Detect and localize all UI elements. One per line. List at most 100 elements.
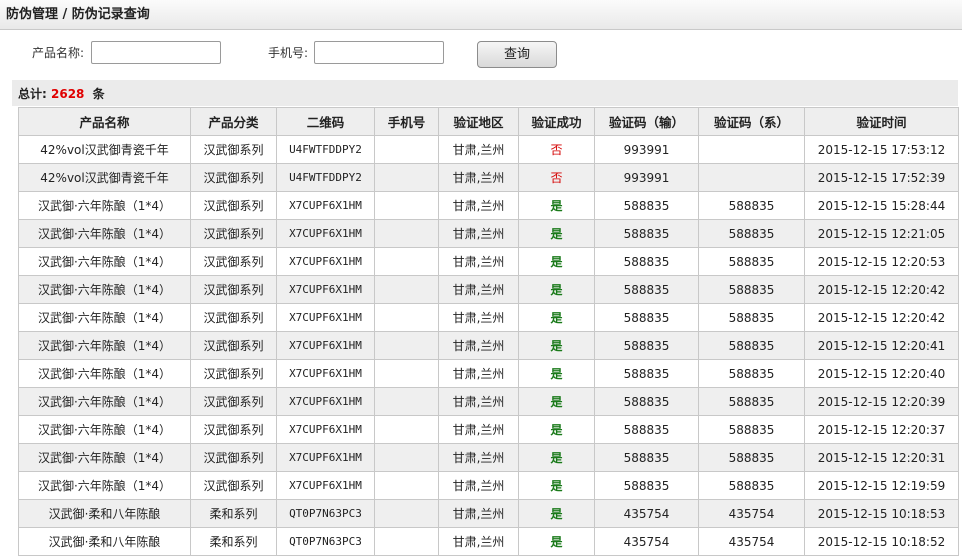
success-cell: 是 bbox=[518, 527, 595, 556]
header-code-input: 验证码（输） bbox=[594, 107, 699, 136]
phone-input[interactable] bbox=[314, 41, 444, 64]
qr-code-cell: X7CUPF6X1HM bbox=[276, 303, 375, 332]
product-category-cell: 汉武御系列 bbox=[190, 331, 277, 360]
table-row: 汉武御·柔和八年陈酿 柔和系列 QT0P7N63PC3 甘肃,兰州是 435754 435… bbox=[18, 499, 959, 528]
table-row: 汉武御·六年陈酿（1*4） 汉武御系列 X7CUPF6X1HM 甘肃,兰州是 58883… bbox=[18, 275, 959, 304]
product-category-cell: 汉武御系列 bbox=[190, 275, 277, 304]
verify-time-cell: 2015-12-15 12:20:31 bbox=[804, 443, 959, 472]
verify-time-cell: 2015-12-15 10:18:53 bbox=[804, 499, 959, 528]
breadcrumb: 防伪管理 / 防伪记录查询 bbox=[0, 0, 962, 30]
product-category-cell: 汉武御系列 bbox=[190, 163, 277, 192]
code-input-cell: 588835 bbox=[594, 303, 699, 332]
success-cell: 是 bbox=[518, 219, 595, 248]
code-input-cell: 588835 bbox=[594, 191, 699, 220]
product-category-cell: 汉武御系列 bbox=[190, 303, 277, 332]
product-name-input[interactable] bbox=[91, 41, 221, 64]
qr-code-cell: X7CUPF6X1HM bbox=[276, 387, 375, 416]
phone-cell bbox=[374, 359, 439, 388]
code-system-cell: 588835 bbox=[698, 303, 805, 332]
total-unit: 条 bbox=[92, 87, 105, 101]
verify-time-cell: 2015-12-15 12:20:37 bbox=[804, 415, 959, 444]
region-cell: 甘肃,兰州 bbox=[438, 359, 519, 388]
product-category-cell: 柔和系列 bbox=[190, 527, 277, 556]
verify-time-cell: 2015-12-15 12:20:39 bbox=[804, 387, 959, 416]
table-row: 汉武御·六年陈酿（1*4） 汉武御系列 X7CUPF6X1HM 甘肃,兰州是 58883… bbox=[18, 387, 959, 416]
region-cell: 甘肃,兰州 bbox=[438, 499, 519, 528]
code-system-cell: 435754 bbox=[698, 527, 805, 556]
total-count: 2628 bbox=[51, 87, 85, 101]
product-category-cell: 汉武御系列 bbox=[190, 359, 277, 388]
table-row: 42%vol汉武御青瓷千年 汉武御系列 U4FWTFDDPY2 甘肃,兰州否 99399… bbox=[18, 135, 959, 164]
product-category-cell: 汉武御系列 bbox=[190, 387, 277, 416]
code-input-cell: 993991 bbox=[594, 163, 699, 192]
query-button[interactable]: 查询 bbox=[477, 41, 557, 68]
product-name-label: 产品名称: bbox=[32, 46, 85, 60]
code-input-cell: 588835 bbox=[594, 415, 699, 444]
region-cell: 甘肃,兰州 bbox=[438, 471, 519, 500]
verify-time-cell: 2015-12-15 12:20:41 bbox=[804, 331, 959, 360]
record-total: 总计: 2628 条 bbox=[18, 85, 105, 102]
region-cell: 甘肃,兰州 bbox=[438, 163, 519, 192]
qr-code-cell: X7CUPF6X1HM bbox=[276, 471, 375, 500]
product-category-cell: 汉武御系列 bbox=[190, 247, 277, 276]
success-cell: 是 bbox=[518, 191, 595, 220]
qr-code-cell: X7CUPF6X1HM bbox=[276, 359, 375, 388]
product-name-cell: 汉武御·六年陈酿（1*4） bbox=[18, 247, 191, 276]
verify-time-cell: 2015-12-15 17:53:12 bbox=[804, 135, 959, 164]
region-cell: 甘肃,兰州 bbox=[438, 135, 519, 164]
code-system-cell: 588835 bbox=[698, 247, 805, 276]
phone-cell bbox=[374, 499, 439, 528]
product-name-cell: 汉武御·六年陈酿（1*4） bbox=[18, 191, 191, 220]
phone-cell bbox=[374, 303, 439, 332]
success-cell: 否 bbox=[518, 135, 595, 164]
product-name-cell: 汉武御·六年陈酿（1*4） bbox=[18, 219, 191, 248]
region-cell: 甘肃,兰州 bbox=[438, 415, 519, 444]
table-row: 汉武御·六年陈酿（1*4） 汉武御系列 X7CUPF6X1HM 甘肃,兰州是 58883… bbox=[18, 471, 959, 500]
phone-cell bbox=[374, 247, 439, 276]
phone-cell bbox=[374, 219, 439, 248]
code-input-cell: 588835 bbox=[594, 275, 699, 304]
qr-code-cell: X7CUPF6X1HM bbox=[276, 191, 375, 220]
header-phone: 手机号 bbox=[374, 107, 439, 136]
code-input-cell: 435754 bbox=[594, 499, 699, 528]
region-cell: 甘肃,兰州 bbox=[438, 247, 519, 276]
phone-cell bbox=[374, 527, 439, 556]
table-row: 汉武御·六年陈酿（1*4） 汉武御系列 X7CUPF6X1HM 甘肃,兰州是 58883… bbox=[18, 359, 959, 388]
success-cell: 是 bbox=[518, 331, 595, 360]
header-verify-time: 验证时间 bbox=[804, 107, 959, 136]
code-input-cell: 588835 bbox=[594, 219, 699, 248]
verify-time-cell: 2015-12-15 17:52:39 bbox=[804, 163, 959, 192]
region-cell: 甘肃,兰州 bbox=[438, 443, 519, 472]
code-input-cell: 993991 bbox=[594, 135, 699, 164]
qr-code-cell: X7CUPF6X1HM bbox=[276, 443, 375, 472]
code-system-cell: 588835 bbox=[698, 191, 805, 220]
header-product-category: 产品分类 bbox=[190, 107, 277, 136]
product-category-cell: 汉武御系列 bbox=[190, 415, 277, 444]
qr-code-cell: X7CUPF6X1HM bbox=[276, 247, 375, 276]
table-row: 汉武御·六年陈酿（1*4） 汉武御系列 X7CUPF6X1HM 甘肃,兰州是 58883… bbox=[18, 415, 959, 444]
verification-records-table: 产品名称 产品分类 二维码 手机号 验证地区 验证成功 验证码（输） 验证码（系… bbox=[18, 107, 959, 556]
success-cell: 是 bbox=[518, 247, 595, 276]
verify-time-cell: 2015-12-15 12:20:53 bbox=[804, 247, 959, 276]
qr-code-cell: X7CUPF6X1HM bbox=[276, 219, 375, 248]
phone-cell bbox=[374, 163, 439, 192]
table-row: 汉武御·六年陈酿（1*4） 汉武御系列 X7CUPF6X1HM 甘肃,兰州是 58883… bbox=[18, 443, 959, 472]
product-name-cell: 汉武御·六年陈酿（1*4） bbox=[18, 275, 191, 304]
phone-cell bbox=[374, 387, 439, 416]
code-system-cell: 588835 bbox=[698, 219, 805, 248]
search-bar: 产品名称: 手机号: 查询 bbox=[0, 30, 962, 76]
table-header-row: 产品名称 产品分类 二维码 手机号 验证地区 验证成功 验证码（输） 验证码（系… bbox=[18, 107, 959, 136]
phone-cell bbox=[374, 135, 439, 164]
code-system-cell bbox=[698, 135, 805, 164]
product-name-cell: 汉武御·六年陈酿（1*4） bbox=[18, 331, 191, 360]
product-name-cell: 汉武御·六年陈酿（1*4） bbox=[18, 359, 191, 388]
qr-code-cell: QT0P7N63PC3 bbox=[276, 527, 375, 556]
qr-code-cell: U4FWTFDDPY2 bbox=[276, 135, 375, 164]
phone-cell bbox=[374, 191, 439, 220]
qr-code-cell: QT0P7N63PC3 bbox=[276, 499, 375, 528]
phone-cell bbox=[374, 275, 439, 304]
phone-label: 手机号: bbox=[268, 46, 309, 60]
code-system-cell: 435754 bbox=[698, 499, 805, 528]
code-system-cell: 588835 bbox=[698, 331, 805, 360]
verify-time-cell: 2015-12-15 12:20:42 bbox=[804, 275, 959, 304]
